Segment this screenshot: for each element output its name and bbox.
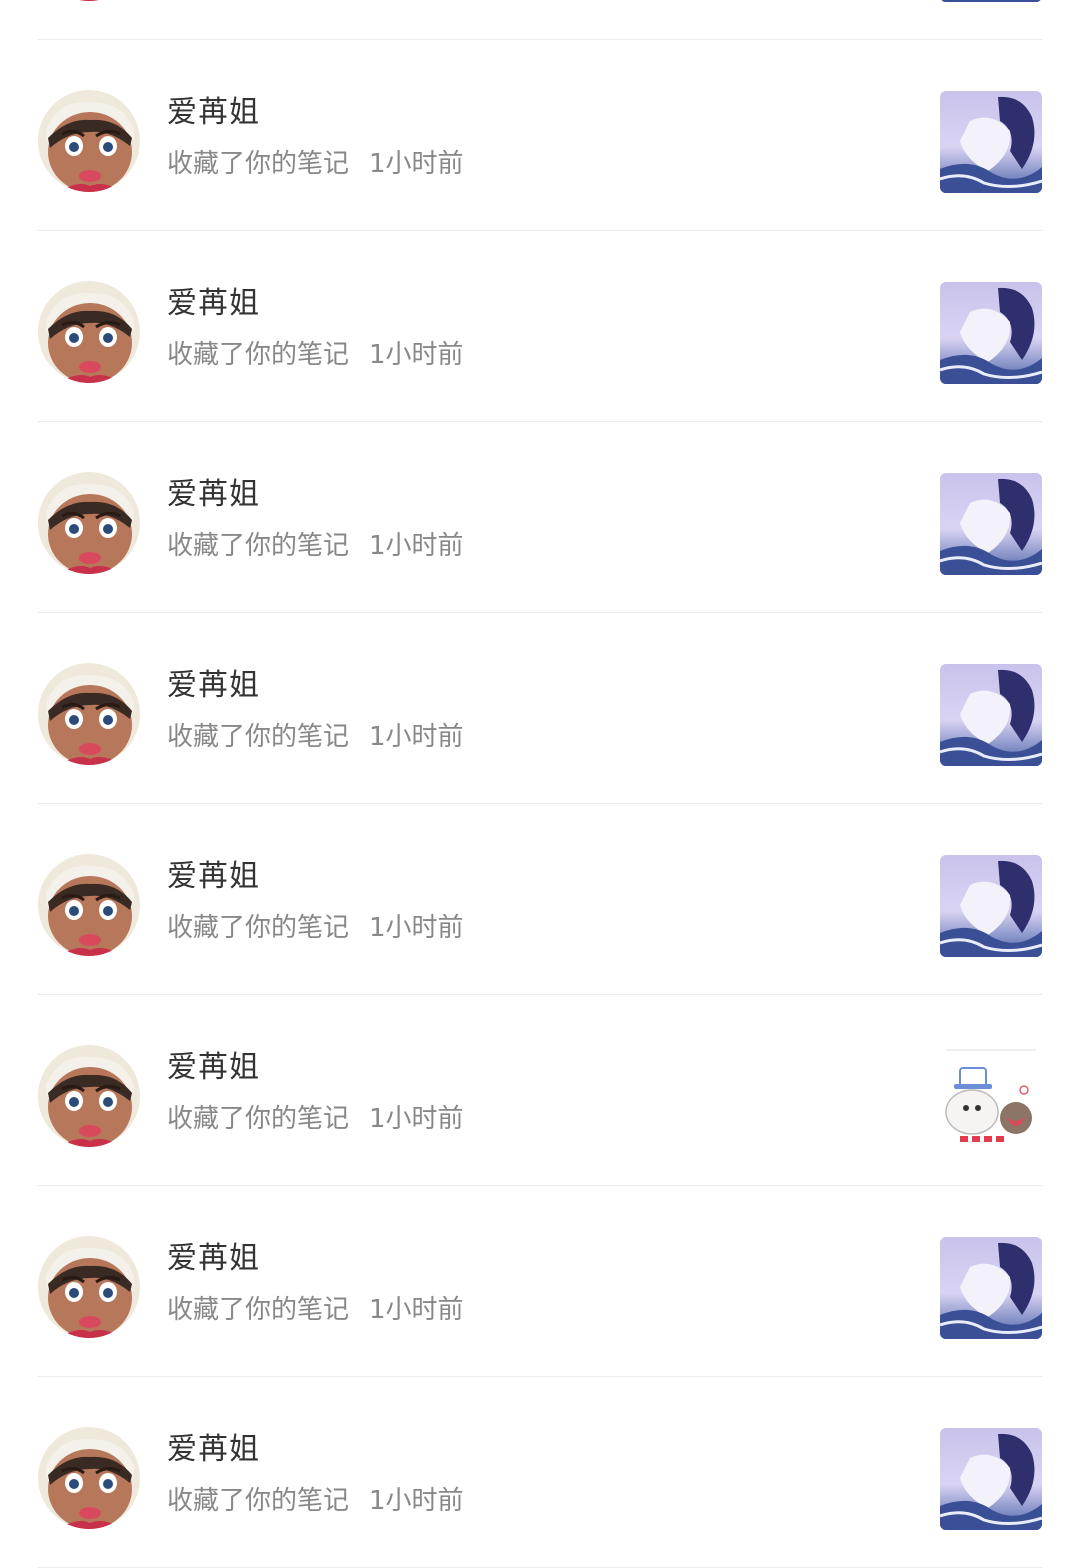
notification-item[interactable]: 爱苒姐 收藏了你的笔记 1小时前 bbox=[38, 422, 1042, 613]
user-avatar[interactable] bbox=[38, 1427, 140, 1529]
timestamp: 1小时前 bbox=[369, 722, 464, 752]
anime-illustration-thumbnail[interactable] bbox=[940, 282, 1042, 384]
activity-line: 收藏了你的笔记 1小时前 bbox=[167, 337, 464, 373]
timestamp: 1小时前 bbox=[369, 1104, 464, 1134]
anime-illustration-thumbnail[interactable] bbox=[940, 664, 1042, 766]
user-name[interactable]: 爱苒姐 bbox=[167, 475, 260, 515]
user-name[interactable]: 爱苒姐 bbox=[167, 284, 260, 324]
notification-item[interactable]: 爱苒姐 收藏了你的笔记 1小时前 bbox=[38, 804, 1042, 995]
timestamp: 1小时前 bbox=[369, 340, 464, 370]
activity-line: 收藏了你的笔记 1小时前 bbox=[167, 719, 464, 755]
anime-illustration-thumbnail[interactable] bbox=[940, 473, 1042, 575]
notification-item[interactable]: 爱苒姐 收藏了你的笔记 1小时前 bbox=[38, 1377, 1042, 1568]
user-avatar[interactable] bbox=[38, 663, 140, 765]
activity-text: 收藏了你的笔记 bbox=[167, 149, 350, 179]
timestamp: 1小时前 bbox=[369, 149, 464, 179]
activity-text: 收藏了你的笔记 bbox=[167, 1486, 350, 1516]
user-name[interactable]: 爱苒姐 bbox=[167, 93, 260, 133]
activity-line: 收藏了你的笔记 1小时前 bbox=[167, 910, 464, 946]
notification-item[interactable]: 爱苒姐 收藏了你的笔记 1小时前 bbox=[38, 1186, 1042, 1377]
notification-list: 爱苒姐 收藏了你的笔记 1小时前 爱苒姐 收藏了你的笔记 1小时前 爱苒姐 收藏… bbox=[0, 0, 1080, 1568]
anime-illustration-thumbnail[interactable] bbox=[940, 855, 1042, 957]
user-avatar[interactable] bbox=[38, 281, 140, 383]
anime-illustration-thumbnail[interactable] bbox=[940, 1428, 1042, 1530]
activity-line: 收藏了你的笔记 1小时前 bbox=[167, 1292, 464, 1328]
user-name[interactable]: 爱苒姐 bbox=[167, 857, 260, 897]
activity-text: 收藏了你的笔记 bbox=[167, 913, 350, 943]
user-name[interactable]: 爱苒姐 bbox=[167, 1239, 260, 1279]
anime-illustration-thumbnail[interactable] bbox=[940, 1237, 1042, 1339]
timestamp: 1小时前 bbox=[369, 531, 464, 561]
user-avatar[interactable] bbox=[38, 472, 140, 574]
user-name[interactable]: 爱苒姐 bbox=[167, 1048, 260, 1088]
activity-line: 收藏了你的笔记 1小时前 bbox=[167, 1483, 464, 1519]
anime-illustration-thumbnail[interactable] bbox=[940, 0, 1042, 2]
activity-text: 收藏了你的笔记 bbox=[167, 722, 350, 752]
timestamp: 1小时前 bbox=[369, 1295, 464, 1325]
activity-line: 收藏了你的笔记 1小时前 bbox=[167, 528, 464, 564]
notification-item[interactable]: 爱苒姐 收藏了你的笔记1小时前 bbox=[38, 0, 1042, 40]
timestamp: 1小时前 bbox=[369, 1486, 464, 1516]
notification-item[interactable]: 爱苒姐 收藏了你的笔记 1小时前 bbox=[38, 995, 1042, 1186]
user-name[interactable]: 爱苒姐 bbox=[167, 1430, 260, 1470]
activity-text: 收藏了你的笔记 bbox=[167, 1295, 350, 1325]
notification-item[interactable]: 爱苒姐 收藏了你的笔记 1小时前 bbox=[38, 40, 1042, 231]
activity-line: 收藏了你的笔记 1小时前 bbox=[167, 146, 464, 182]
user-avatar[interactable] bbox=[38, 90, 140, 192]
timestamp: 1小时前 bbox=[369, 913, 464, 943]
activity-text: 收藏了你的笔记 bbox=[167, 1104, 350, 1134]
activity-text: 收藏了你的笔记 bbox=[167, 531, 350, 561]
anime-illustration-thumbnail[interactable] bbox=[940, 91, 1042, 193]
activity-text: 收藏了你的笔记 bbox=[167, 340, 350, 370]
user-avatar[interactable] bbox=[38, 1236, 140, 1338]
user-avatar[interactable] bbox=[38, 1045, 140, 1147]
notification-item[interactable]: 爱苒姐 收藏了你的笔记 1小时前 bbox=[38, 613, 1042, 804]
user-name[interactable]: 爱苒姐 bbox=[167, 666, 260, 706]
user-avatar[interactable] bbox=[38, 854, 140, 956]
notification-item[interactable]: 爱苒姐 收藏了你的笔记 1小时前 bbox=[38, 231, 1042, 422]
user-avatar[interactable] bbox=[38, 0, 140, 1]
cartoon-sticker-thumbnail[interactable] bbox=[940, 1046, 1042, 1148]
activity-line: 收藏了你的笔记 1小时前 bbox=[167, 1101, 464, 1137]
